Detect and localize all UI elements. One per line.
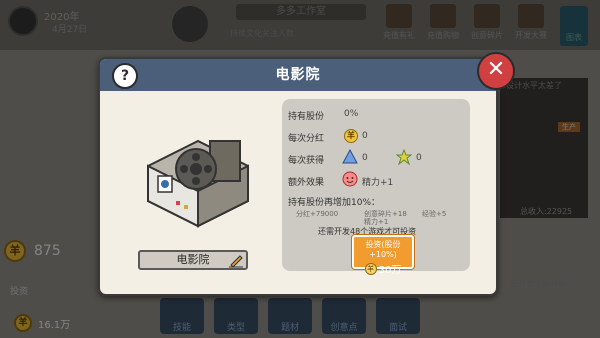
shares-label: 持有股份 — [288, 112, 325, 122]
gain-value-a: 0 — [362, 153, 368, 163]
close-icon: ✕ — [486, 57, 506, 82]
cinema-building-image — [147, 139, 249, 228]
increase-title: 持有股份再增加10%： — [288, 198, 381, 208]
shares-value: 0% — [344, 109, 359, 119]
exp-star-icon — [396, 149, 412, 165]
extra-effect-value: 精力+1 — [362, 178, 394, 188]
gain-label: 每次获得 — [288, 156, 325, 166]
dialog-title: 电影院 — [275, 67, 321, 83]
triangle-fragment-icon — [342, 149, 358, 164]
invest-price: 30万 — [378, 265, 402, 276]
dividend-coin-icon: 羊 — [344, 129, 358, 143]
cinema-dialog: 电影院 ? ✕ 电影院 持有股份 0% 每次分红 羊 0 每次获得 0 0 额外… — [98, 52, 515, 296]
energy-face-icon — [342, 171, 358, 187]
increase-exp: 经验+5 — [422, 210, 447, 218]
invest-button[interactable]: 投资(股份+10%) 羊 30万 — [352, 235, 414, 276]
gain-value-b: 0 — [416, 153, 422, 163]
edit-pencil-icon[interactable] — [228, 252, 244, 268]
price-coin-icon: 羊 — [364, 262, 377, 275]
help-button[interactable]: ? — [112, 63, 138, 89]
extra-effect-label: 额外效果 — [288, 178, 325, 188]
investment-info-panel: 持有股份 0% 每次分红 羊 0 每次获得 0 0 额外效果 精力+1 持有股份… — [282, 99, 470, 276]
dividend-label: 每次分红 — [288, 134, 325, 144]
close-button[interactable]: ✕ — [477, 52, 515, 90]
increase-dividend: 分红+79000 — [296, 210, 339, 218]
dividend-value: 0 — [362, 131, 368, 141]
